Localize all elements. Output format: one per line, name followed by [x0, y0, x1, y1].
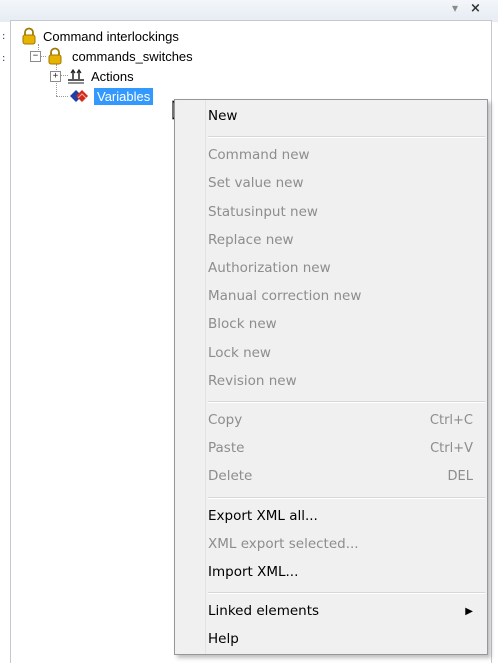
menu-separator	[208, 592, 485, 595]
menu-item-label: Block new	[208, 316, 277, 333]
context-menu: New Command new Set value new Statusinput n…	[174, 99, 488, 655]
menu-item-label: Help	[208, 631, 239, 648]
menu-item-lock-new[interactable]: Lock new	[208, 340, 473, 366]
menu-item-label: Linked elements	[208, 603, 320, 620]
tree-item-commands-switches[interactable]: − commands_switches	[30, 46, 193, 66]
menu-item-label: Import XML...	[208, 564, 299, 580]
tree-item-actions[interactable]: + Actions	[50, 66, 134, 86]
submenu-arrow-icon: ▶	[465, 605, 473, 617]
tree-item-variables[interactable]: Variables	[68, 86, 154, 106]
menu-item-copy[interactable]: Copy Ctrl+C	[208, 407, 473, 433]
menu-item-manual-correction-new[interactable]: Manual correction new	[208, 283, 473, 309]
menu-item-label: Authorization new	[208, 260, 331, 276]
menu-item-set-value-new[interactable]: Set value new	[208, 170, 473, 196]
menu-item-replace-new[interactable]: Replace new	[208, 227, 473, 253]
tree-item-command-interlockings[interactable]: Command interlockings	[20, 26, 179, 46]
variables-icon	[68, 87, 90, 105]
menu-item-shortcut: Ctrl+V	[430, 440, 473, 456]
menu-item-xml-export-selected[interactable]: XML export selected...	[208, 531, 473, 557]
menu-item-authorization-new[interactable]: Authorization new	[208, 255, 473, 281]
menu-item-paste[interactable]: Paste Ctrl+V	[208, 435, 473, 461]
lock-icon	[46, 47, 64, 65]
menu-item-command-new[interactable]: Command new	[208, 142, 473, 168]
menu-item-shortcut: Ctrl+C	[429, 412, 473, 428]
menu-item-help[interactable]: Help	[208, 626, 473, 652]
expand-icon[interactable]: +	[50, 70, 61, 82]
menu-item-label: Paste	[208, 440, 245, 457]
menu-item-label: New	[208, 108, 238, 124]
menu-separator	[208, 496, 485, 499]
menu-item-label: Revision new	[208, 372, 297, 389]
menu-item-new[interactable]: New	[208, 103, 473, 129]
menu-item-label: Statusinput new	[208, 203, 318, 220]
menu-item-label: Manual correction new	[208, 288, 362, 305]
menu-item-label: Delete	[208, 468, 253, 485]
collapse-icon[interactable]: −	[30, 50, 41, 62]
tree-item-label: Command interlockings	[43, 28, 179, 44]
menu-item-label: Replace new	[208, 231, 294, 248]
tree-item-label: Actions	[91, 68, 134, 84]
menu-item-label: Export XML all...	[208, 507, 318, 524]
menu-item-label: Set value new	[208, 175, 304, 192]
tree-item-label: commands_switches	[72, 48, 193, 64]
menu-item-delete[interactable]: Delete DEL	[208, 463, 473, 489]
menu-item-export-xml-all[interactable]: Export XML all...	[208, 503, 473, 529]
menu-separator	[208, 136, 485, 139]
menu-item-block-new[interactable]: Block new	[208, 311, 473, 337]
tree-connector	[56, 96, 68, 97]
menu-icon-gutter	[175, 100, 206, 654]
menu-item-label: Lock new	[208, 344, 271, 361]
menu-item-revision-new[interactable]: Revision new	[208, 368, 473, 394]
menu-item-label: XML export selected...	[208, 535, 359, 552]
lock-icon	[20, 27, 38, 45]
menu-item-label: Copy	[208, 412, 243, 428]
panel-header: ▾ ×	[0, 0, 498, 22]
menu-item-statusinput-new[interactable]: Statusinput new	[208, 199, 473, 225]
tree-item-label: Variables	[94, 87, 154, 105]
menu-separator	[208, 401, 485, 403]
menu-item-label: Command new	[208, 147, 310, 164]
actions-icon	[67, 67, 85, 85]
close-icon[interactable]: ×	[470, 1, 481, 16]
left-edge-marks: ::	[2, 31, 6, 64]
pin-dropdown-icon[interactable]: ▾	[452, 1, 458, 15]
menu-item-shortcut: DEL	[447, 468, 473, 484]
menu-item-import-xml[interactable]: Import XML...	[208, 559, 473, 585]
menu-item-linked-elements[interactable]: Linked elements ▶	[208, 598, 473, 624]
